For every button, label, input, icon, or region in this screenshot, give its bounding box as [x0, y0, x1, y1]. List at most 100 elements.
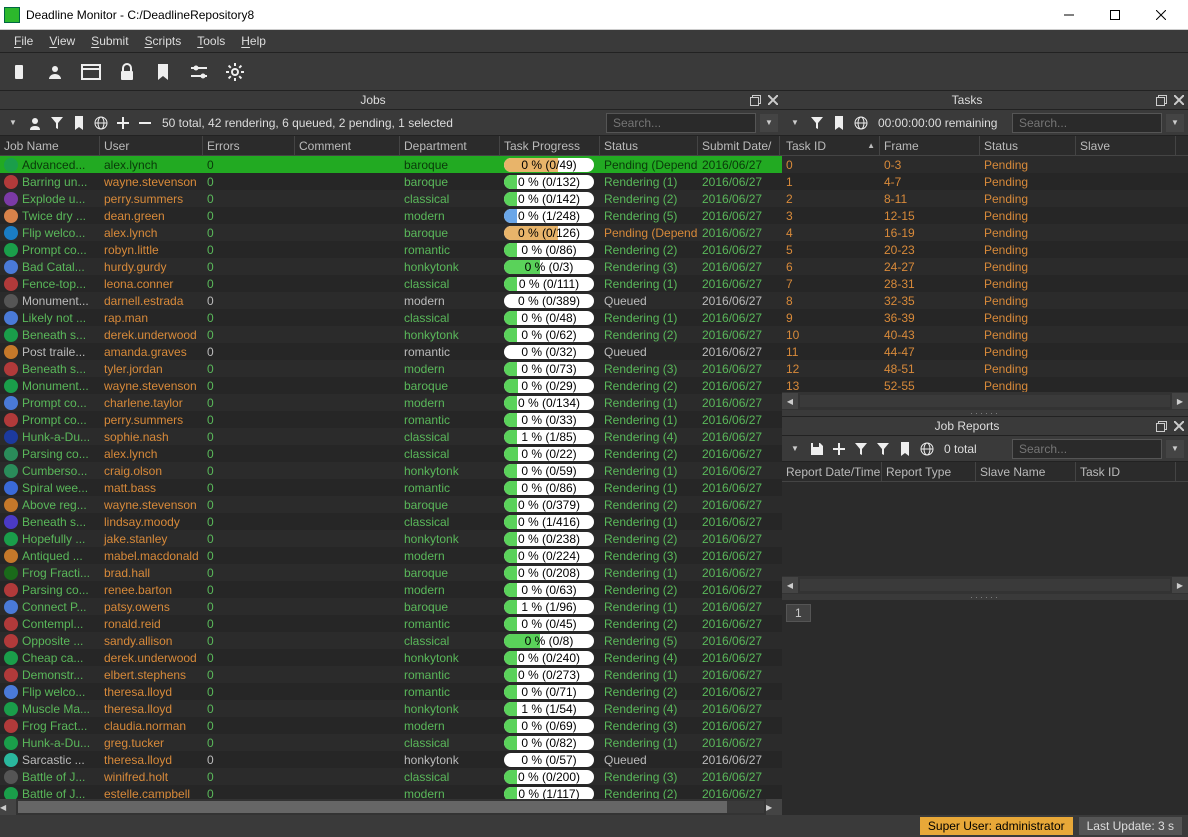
- bookmark-icon[interactable]: [152, 61, 174, 83]
- job-row[interactable]: Muscle Ma...theresa.lloyd0honkytonk1 % (…: [0, 700, 782, 717]
- menu-tools[interactable]: Tools: [189, 32, 233, 50]
- reports-search-dropdown[interactable]: [1166, 440, 1184, 458]
- task-row[interactable]: 520-23Pending: [782, 241, 1188, 258]
- job-row[interactable]: Connect P...patsy.owens0baroque1 % (1/96…: [0, 598, 782, 615]
- reports-search-input[interactable]: [1012, 439, 1162, 459]
- task-row[interactable]: 936-39Pending: [782, 309, 1188, 326]
- jobs-user-filter-icon[interactable]: [26, 114, 44, 132]
- jobs-add-icon[interactable]: [114, 114, 132, 132]
- job-row[interactable]: Advanced...alex.lynch0baroque0 % (0/49)P…: [0, 156, 782, 173]
- gear-icon[interactable]: [224, 61, 246, 83]
- job-row[interactable]: Cumberso...craig.olson0honkytonk0 % (0/5…: [0, 462, 782, 479]
- jobs-panel-restore-button[interactable]: [746, 91, 764, 109]
- reports-menu-dropdown[interactable]: [786, 440, 804, 458]
- tasks-globe-icon[interactable]: [852, 114, 870, 132]
- job-row[interactable]: Monument...darnell.estrada0modern0 % (0/…: [0, 292, 782, 309]
- maximize-button[interactable]: [1092, 1, 1138, 29]
- jobs-menu-dropdown[interactable]: [4, 114, 22, 132]
- task-row[interactable]: 624-27Pending: [782, 258, 1188, 275]
- job-row[interactable]: Parsing co...alex.lynch0classical0 % (0/…: [0, 445, 782, 462]
- reports-add-icon[interactable]: [830, 440, 848, 458]
- task-row[interactable]: 00-3Pending: [782, 156, 1188, 173]
- job-row[interactable]: Frog Fract...claudia.norman0modern0 % (0…: [0, 717, 782, 734]
- job-row[interactable]: Fence-top...leona.conner0classical0 % (0…: [0, 275, 782, 292]
- job-row[interactable]: Spiral wee...matt.bass0romantic0 % (0/86…: [0, 479, 782, 496]
- task-row[interactable]: 1352-55Pending: [782, 377, 1188, 392]
- job-row[interactable]: Prompt co...charlene.taylor0modern0 % (0…: [0, 394, 782, 411]
- menu-view[interactable]: View: [41, 32, 83, 50]
- job-row[interactable]: Beneath s...derek.underwood0honkytonk0 %…: [0, 326, 782, 343]
- col-report-slave[interactable]: Slave Name: [976, 462, 1076, 481]
- menu-submit[interactable]: Submit: [83, 32, 136, 50]
- task-row[interactable]: 28-11Pending: [782, 190, 1188, 207]
- jobs-filter-icon[interactable]: [48, 114, 66, 132]
- close-button[interactable]: [1138, 1, 1184, 29]
- jobs-bookmark-icon[interactable]: [70, 114, 88, 132]
- tasks-list[interactable]: 00-3Pending14-7Pending28-11Pending312-15…: [782, 156, 1188, 392]
- job-row[interactable]: Above reg...wayne.stevenson0baroque0 % (…: [0, 496, 782, 513]
- col-comment[interactable]: Comment: [295, 136, 400, 155]
- reports-list[interactable]: [782, 482, 1188, 576]
- col-task-progress[interactable]: Task Progress: [500, 136, 600, 155]
- col-report-taskid[interactable]: Task ID: [1076, 462, 1176, 481]
- job-row[interactable]: Prompt co...perry.summers0romantic0 % (0…: [0, 411, 782, 428]
- col-department[interactable]: Department: [400, 136, 500, 155]
- job-row[interactable]: Hopefully ...jake.stanley0honkytonk0 % (…: [0, 530, 782, 547]
- sliders-icon[interactable]: [188, 61, 210, 83]
- task-row[interactable]: 416-19Pending: [782, 224, 1188, 241]
- window-icon[interactable]: [80, 61, 102, 83]
- minimize-button[interactable]: [1046, 1, 1092, 29]
- job-row[interactable]: Prompt co...robyn.little0romantic0 % (0/…: [0, 241, 782, 258]
- tasks-panel-restore-button[interactable]: [1152, 91, 1170, 109]
- job-row[interactable]: Bad Catal...hurdy.gurdy0honkytonk0 % (0/…: [0, 258, 782, 275]
- col-task-id[interactable]: Task ID▲: [782, 136, 880, 155]
- reports-globe-icon[interactable]: [918, 440, 936, 458]
- col-status[interactable]: Status: [600, 136, 698, 155]
- job-row[interactable]: Beneath s...lindsay.moody0classical0 % (…: [0, 513, 782, 530]
- jobs-search-dropdown[interactable]: [760, 114, 778, 132]
- job-row[interactable]: Cheap ca...derek.underwood0honkytonk0 % …: [0, 649, 782, 666]
- job-row[interactable]: Barring un...wayne.stevenson0baroque0 % …: [0, 173, 782, 190]
- reports-filter-icon[interactable]: [852, 440, 870, 458]
- jobs-search-input[interactable]: [606, 113, 756, 133]
- job-row[interactable]: Contempl...ronald.reid0romantic0 % (0/45…: [0, 615, 782, 632]
- users-icon[interactable]: [44, 61, 66, 83]
- job-row[interactable]: Explode u...perry.summers0classical0 % (…: [0, 190, 782, 207]
- jobs-list[interactable]: Advanced...alex.lynch0baroque0 % (0/49)P…: [0, 156, 782, 799]
- tasks-filter-icon[interactable]: [808, 114, 826, 132]
- job-row[interactable]: Parsing co...renee.barton0modern0 % (0/6…: [0, 581, 782, 598]
- task-row[interactable]: 728-31Pending: [782, 275, 1188, 292]
- job-row[interactable]: Demonstr...elbert.stephens0romantic0 % (…: [0, 666, 782, 683]
- tasks-panel-close-button[interactable]: [1170, 91, 1188, 109]
- job-row[interactable]: Sarcastic ...theresa.lloyd0honkytonk0 % …: [0, 751, 782, 768]
- task-row[interactable]: 1040-43Pending: [782, 326, 1188, 343]
- col-frame[interactable]: Frame: [880, 136, 980, 155]
- tasks-scroll-left-button[interactable]: [782, 393, 798, 409]
- task-row[interactable]: 14-7Pending: [782, 173, 1188, 190]
- job-row[interactable]: Beneath s...tyler.jordan0modern0 % (0/73…: [0, 360, 782, 377]
- job-row[interactable]: Flip welco...theresa.lloyd0romantic0 % (…: [0, 683, 782, 700]
- reports-filter2-icon[interactable]: [874, 440, 892, 458]
- col-errors[interactable]: Errors: [203, 136, 295, 155]
- jobs-scroll-right-button[interactable]: [766, 799, 782, 815]
- task-row[interactable]: 1248-51Pending: [782, 360, 1188, 377]
- reports-scroll-right-button[interactable]: [1172, 577, 1188, 593]
- job-row[interactable]: Antiqued ...mabel.macdonald0modern0 % (0…: [0, 547, 782, 564]
- tasks-bookmark-icon[interactable]: [830, 114, 848, 132]
- report-tab-1[interactable]: 1: [786, 604, 811, 622]
- reports-panel-close-button[interactable]: [1170, 417, 1188, 435]
- menu-file[interactable]: File: [6, 32, 41, 50]
- job-row[interactable]: Twice dry ...dean.green0modern0 % (1/248…: [0, 207, 782, 224]
- tasks-scroll-right-button[interactable]: [1172, 393, 1188, 409]
- col-slave[interactable]: Slave: [1076, 136, 1176, 155]
- servers-icon[interactable]: [8, 61, 30, 83]
- lock-icon[interactable]: [116, 61, 138, 83]
- job-row[interactable]: Flip welco...alex.lynch0baroque0 % (0/12…: [0, 224, 782, 241]
- task-row[interactable]: 832-35Pending: [782, 292, 1188, 309]
- tasks-search-input[interactable]: [1012, 113, 1162, 133]
- tasks-search-dropdown[interactable]: [1166, 114, 1184, 132]
- col-task-status[interactable]: Status: [980, 136, 1076, 155]
- col-report-date[interactable]: Report Date/Time▼: [782, 462, 882, 481]
- status-user[interactable]: Super User: administrator: [920, 817, 1073, 835]
- job-row[interactable]: Post traile...amanda.graves0romantic0 % …: [0, 343, 782, 360]
